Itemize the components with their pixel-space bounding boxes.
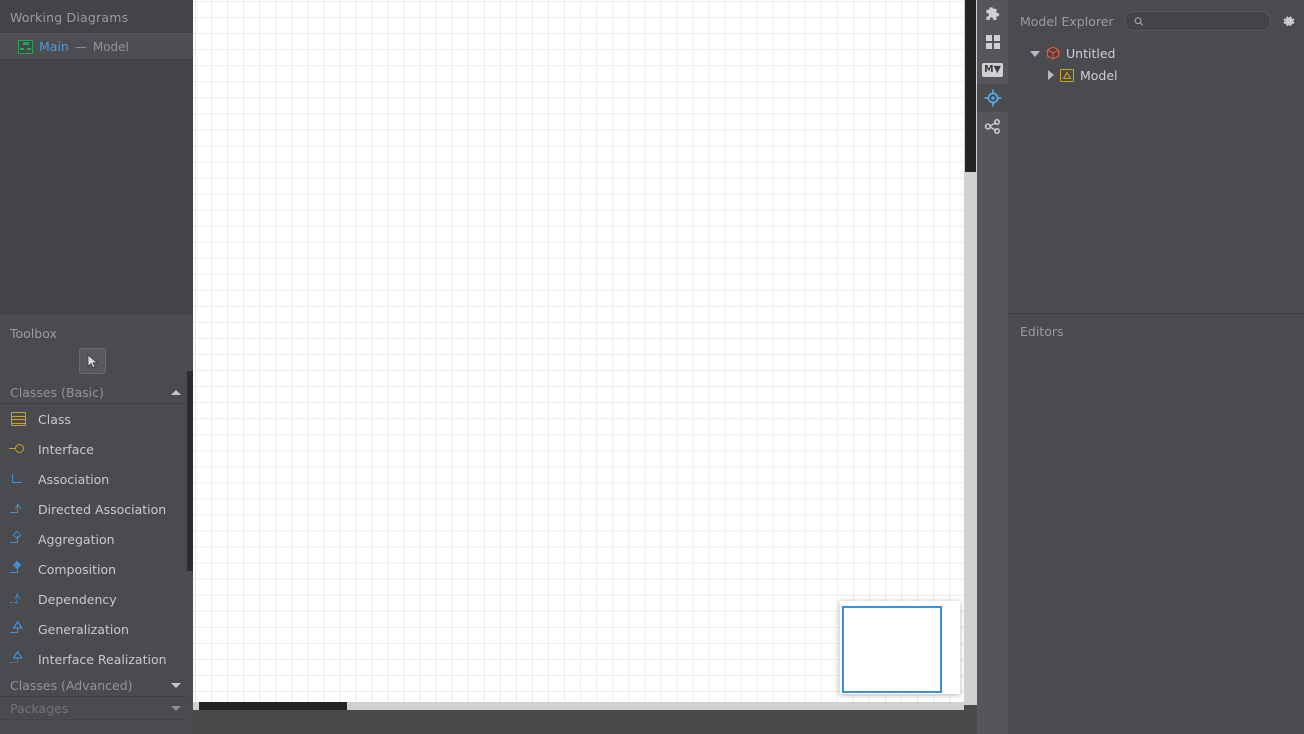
toolbox-group-label: Classes (Basic) — [10, 384, 104, 400]
tool-item-interface[interactable]: Interface — [0, 434, 193, 464]
diagram-icon — [18, 39, 33, 54]
share-button[interactable] — [977, 112, 1008, 140]
model-explorer-search[interactable] — [1123, 11, 1271, 31]
toolbox-title: Toolbox — [10, 326, 57, 341]
tool-item-label: Interface Realization — [38, 651, 167, 667]
directed-association-icon — [9, 500, 29, 518]
tool-item-composition[interactable]: Composition — [0, 554, 193, 584]
caret-closed-icon[interactable] — [1048, 70, 1054, 80]
tool-item-directed-association[interactable]: Directed Association — [0, 494, 193, 524]
toolbox-group-classes-basic[interactable]: Classes (Basic) — [0, 381, 193, 404]
tool-item-generalization[interactable]: Generalization — [0, 614, 193, 644]
working-diagram-item-main[interactable]: Main — Model — [0, 33, 193, 60]
working-diagram-name: Main — [39, 39, 69, 54]
layout-grid-button[interactable] — [977, 28, 1008, 56]
target-button[interactable] — [977, 84, 1008, 112]
interface-realization-icon — [9, 650, 29, 668]
crosshair-icon — [984, 89, 1001, 107]
markdown-button[interactable]: M▼ — [977, 56, 1008, 84]
minimap[interactable] — [840, 601, 960, 694]
toolbox-group-packages[interactable]: Packages — [0, 697, 193, 720]
caret-open-icon[interactable] — [1030, 51, 1040, 57]
triangle-down-icon — [171, 682, 181, 688]
search-input[interactable] — [1149, 14, 1270, 28]
cursor-icon — [87, 353, 99, 368]
minimap-viewport[interactable] — [842, 606, 942, 693]
toolbox-tool-row — [0, 341, 193, 381]
triangle-down-icon — [171, 705, 181, 711]
working-diagram-sep: — — [74, 39, 87, 54]
tool-item-class[interactable]: Class — [0, 404, 193, 434]
generalization-icon — [9, 620, 29, 638]
cursor-tool-button[interactable] — [79, 348, 106, 374]
editors-panel: Editors — [1008, 313, 1304, 734]
diagram-canvas-area — [193, 0, 977, 734]
tree-item-untitled[interactable]: Untitled — [1008, 42, 1304, 64]
tool-item-label: Directed Association — [38, 501, 167, 517]
gear-icon[interactable] — [1281, 14, 1296, 29]
canvas-vertical-scrollbar-thumb[interactable] — [965, 0, 976, 172]
right-icon-toolbar: M▼ — [977, 0, 1008, 734]
model-icon — [1060, 68, 1074, 82]
tool-item-label: Aggregation — [38, 531, 115, 547]
tool-item-association[interactable]: Association — [0, 464, 193, 494]
tool-item-label: Interface — [38, 441, 94, 457]
working-diagram-type: Model — [92, 39, 129, 54]
class-icon — [9, 410, 29, 428]
toolbox-group-label: Classes (Advanced) — [10, 677, 133, 693]
dependency-icon — [9, 590, 29, 608]
tool-item-label: Generalization — [38, 621, 129, 637]
tool-item-dependency[interactable]: Dependency — [0, 584, 193, 614]
tool-item-label: Class — [38, 411, 71, 427]
search-icon — [1134, 16, 1143, 26]
toolbox-group-classes-advanced[interactable]: Classes (Advanced) — [0, 674, 193, 697]
triangle-up-icon — [171, 389, 181, 395]
tree-item-model[interactable]: Model — [1008, 64, 1304, 86]
interface-icon — [9, 440, 29, 458]
editors-title: Editors — [1020, 324, 1064, 339]
right-sidebar: Model Explorer Untitled Model Editors — [1008, 0, 1304, 734]
share-icon — [984, 118, 1000, 134]
diagram-canvas[interactable] — [193, 0, 964, 705]
project-cube-icon — [1046, 46, 1060, 60]
toolbox-group-label: Packages — [10, 700, 69, 716]
hollow-triangle — [12, 621, 23, 629]
model-explorer-title: Model Explorer — [1020, 13, 1114, 29]
layout-grid-icon — [985, 35, 1000, 49]
tool-item-label: Dependency — [38, 591, 117, 607]
extensions-button[interactable] — [977, 0, 1008, 28]
aggregation-icon — [9, 530, 29, 548]
tree-item-label: Untitled — [1066, 45, 1116, 61]
tool-item-aggregation[interactable]: Aggregation — [0, 524, 193, 554]
puzzle-icon — [985, 7, 999, 20]
canvas-horizontal-scrollbar-thumb[interactable] — [199, 702, 347, 710]
tool-item-label: Composition — [38, 561, 117, 577]
app-window: Working Diagrams Main — Model Toolbox Cl — [0, 0, 1304, 734]
markdown-icon: M▼ — [982, 63, 1003, 77]
tree-item-label: Model — [1080, 67, 1118, 83]
hollow-triangle — [12, 651, 23, 659]
association-icon — [9, 470, 29, 488]
composition-icon — [9, 560, 29, 578]
left-sidebar: Working Diagrams Main — Model Toolbox Cl — [0, 0, 193, 734]
toolbox-panel: Toolbox Classes (Basic) Class Interface … — [0, 313, 193, 734]
tool-item-label: Association — [38, 471, 110, 487]
model-explorer-header: Model Explorer — [1008, 0, 1304, 42]
tool-item-interface-realization[interactable]: Interface Realization — [0, 644, 193, 674]
working-diagrams-title: Working Diagrams — [10, 10, 129, 25]
